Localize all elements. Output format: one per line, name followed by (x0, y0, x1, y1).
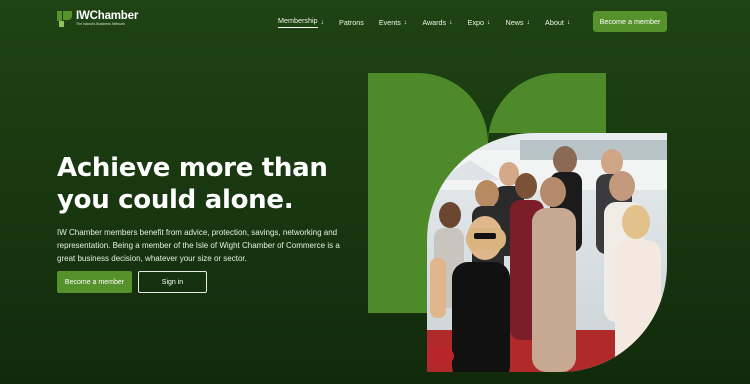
become-member-button[interactable]: Become a member (57, 271, 132, 293)
nav-label: Patrons (339, 17, 364, 27)
nav-label: Awards (422, 17, 447, 27)
nav-item-about[interactable]: About ↓ (545, 18, 570, 27)
brand-tagline: The Island's Business Network (76, 22, 126, 26)
nav-label: Membership (278, 16, 318, 28)
nav-item-membership[interactable]: Membership ↓ (278, 16, 324, 28)
hero-title-line-1: Achieve more than (57, 153, 328, 183)
nav-label: News (505, 17, 524, 27)
group-photo (427, 133, 667, 372)
hero-title: Achieve more than you could alone. (57, 152, 357, 216)
arrow-down-icon: ↓ (403, 18, 408, 26)
nav-item-awards[interactable]: Awards ↓ (422, 18, 452, 27)
site-logo[interactable]: IWChamber The Island's Business Network (57, 10, 138, 28)
arrow-down-icon: ↓ (320, 18, 325, 26)
site-header: IWChamber The Island's Business Network … (0, 0, 750, 42)
arrow-down-icon: ↓ (487, 18, 491, 26)
nav-item-events[interactable]: Events ↓ (379, 18, 407, 27)
nav-item-news[interactable]: News ↓ (506, 18, 530, 27)
hero-description: IW Chamber members benefit from advice, … (57, 228, 340, 263)
arrow-down-icon: ↓ (566, 18, 571, 26)
brand-shape-right (488, 73, 606, 143)
arrow-down-icon: ↓ (526, 18, 531, 26)
nav-label: About (545, 17, 564, 27)
become-member-nav-button[interactable]: Become a member (593, 11, 667, 32)
nav-item-patrons[interactable]: Patrons (339, 18, 364, 27)
nav-label: Expo (467, 17, 485, 27)
hero-title-line-2: you could alone. (57, 185, 294, 215)
chamber-logo-icon (57, 11, 72, 27)
brand-shape-left (368, 73, 488, 313)
main-nav: Membership ↓ Patrons Events ↓ Awards ↓ E… (278, 16, 585, 28)
brand-name: IWChamber (76, 10, 139, 22)
sign-in-button[interactable]: Sign in (138, 271, 207, 293)
nav-label: Events (378, 17, 401, 27)
nav-item-expo[interactable]: Expo ↓ (468, 18, 491, 27)
arrow-down-icon: ↓ (449, 18, 453, 26)
